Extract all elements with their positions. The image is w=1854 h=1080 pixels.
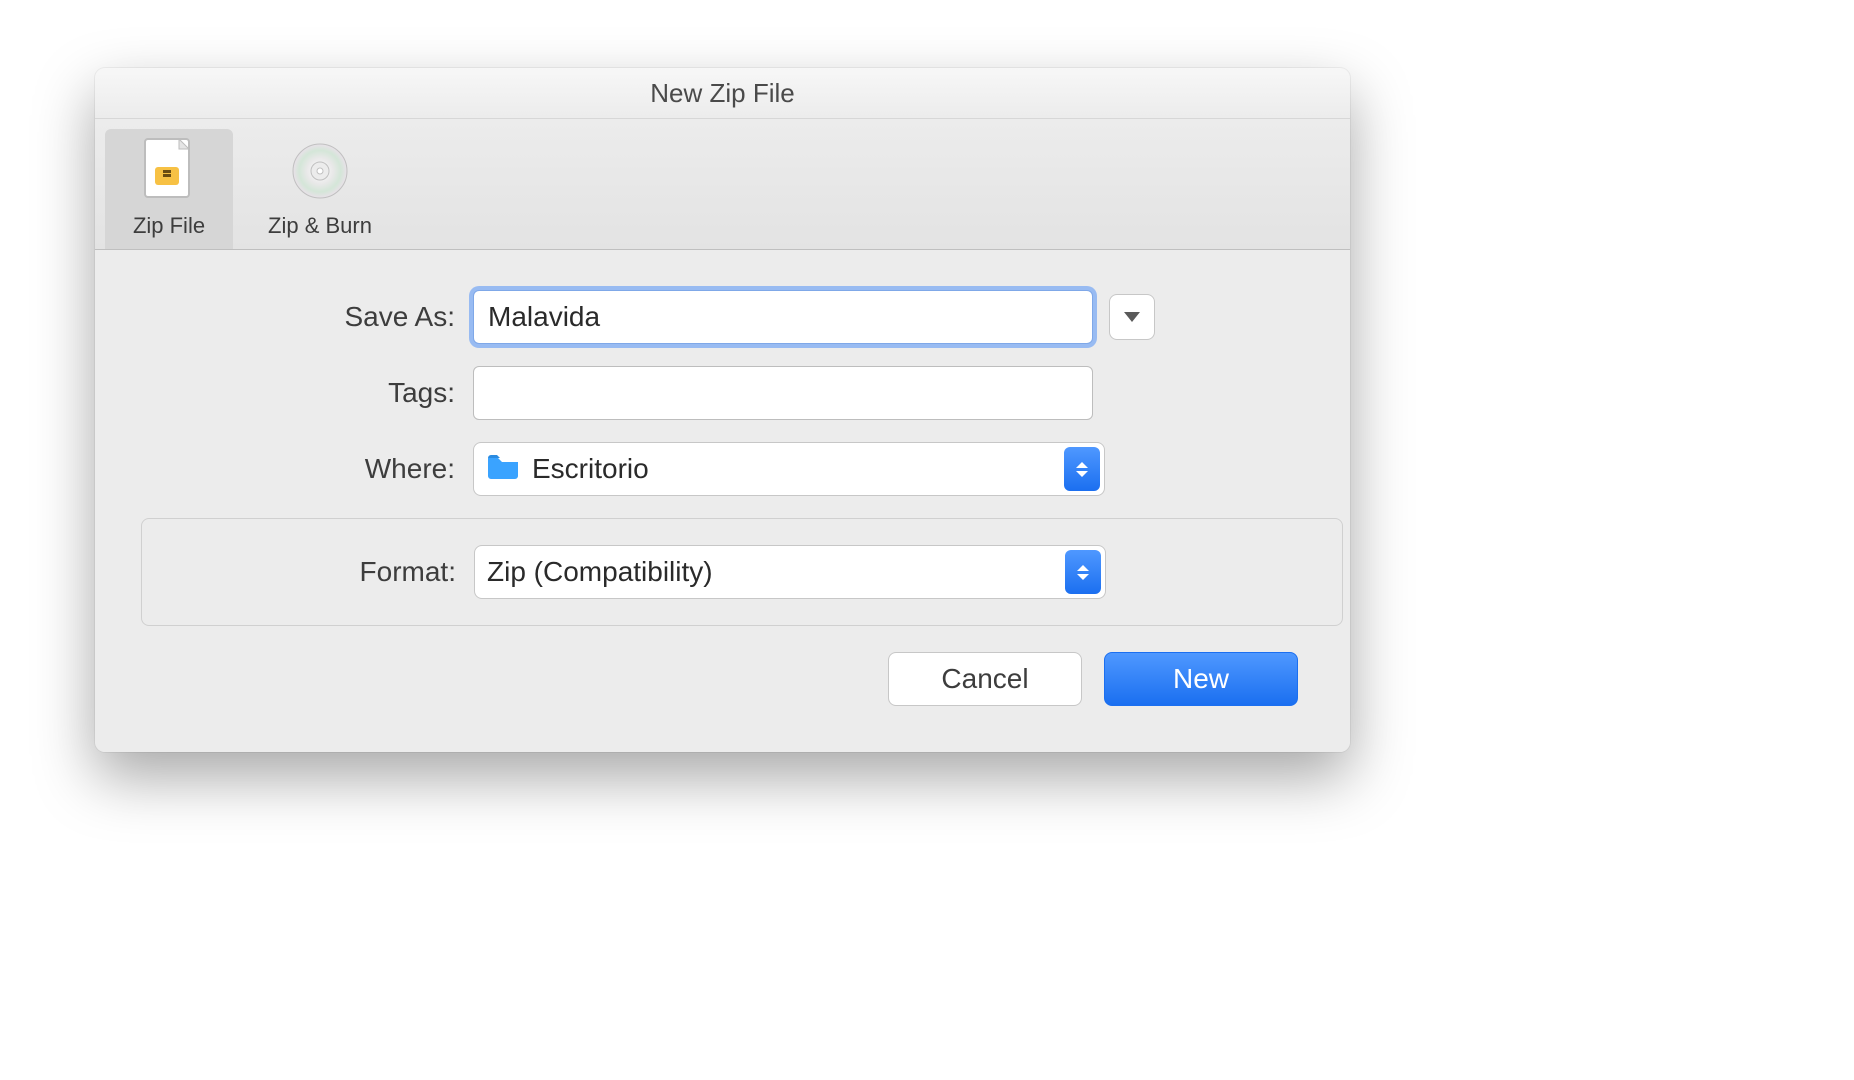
new-button[interactable]: New — [1104, 652, 1298, 706]
cancel-button[interactable]: Cancel — [888, 652, 1082, 706]
format-panel: Format: Zip (Compatibility) — [141, 518, 1343, 626]
toolbar-item-label: Zip File — [133, 213, 205, 238]
save-as-input[interactable] — [473, 290, 1093, 344]
dialog-toolbar: Zip File — [95, 119, 1350, 250]
where-select[interactable]: Escritorio — [473, 442, 1105, 496]
new-button-label: New — [1173, 663, 1229, 695]
format-value: Zip (Compatibility) — [487, 556, 713, 588]
expand-save-panel-button[interactable] — [1109, 294, 1155, 340]
toolbar-item-zip-and-burn[interactable]: Zip & Burn — [241, 133, 399, 249]
dialog-buttons: Cancel New — [125, 652, 1320, 732]
label-format: Format: — [142, 556, 474, 588]
folder-icon — [486, 453, 520, 486]
toolbar-item-label: Zip & Burn — [268, 213, 372, 238]
chevron-down-icon — [1124, 312, 1140, 322]
cancel-button-label: Cancel — [941, 663, 1028, 695]
dialog-title: New Zip File — [95, 68, 1350, 119]
label-where: Where: — [125, 453, 473, 485]
new-zip-dialog: New Zip File Zip File — [95, 68, 1350, 752]
row-save-as: Save As: — [125, 290, 1320, 344]
toolbar-item-zip-file[interactable]: Zip File — [105, 129, 233, 249]
select-stepper-icon — [1065, 550, 1101, 594]
row-tags: Tags: — [125, 366, 1320, 420]
dialog-body: Save As: Tags: Where: — [95, 250, 1350, 752]
row-where: Where: Escritorio — [125, 442, 1320, 496]
select-stepper-icon — [1064, 447, 1100, 491]
label-tags: Tags: — [125, 377, 473, 409]
label-save-as: Save As: — [125, 301, 473, 333]
where-value: Escritorio — [532, 453, 649, 485]
tags-input[interactable] — [473, 366, 1093, 420]
disc-icon — [245, 141, 395, 207]
zip-file-icon — [109, 137, 229, 207]
format-select[interactable]: Zip (Compatibility) — [474, 545, 1106, 599]
